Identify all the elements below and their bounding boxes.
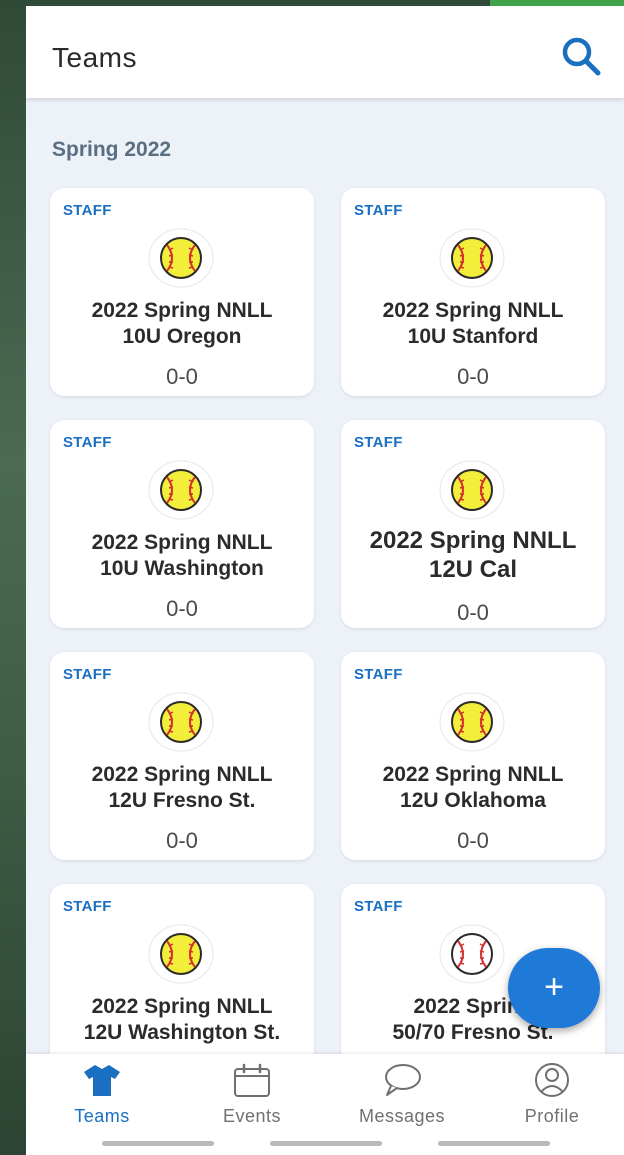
team-record: 0-0 xyxy=(166,364,198,389)
nav-label: Messages xyxy=(358,1106,446,1126)
nav-label: Teams xyxy=(74,1106,130,1126)
softball-icon xyxy=(439,692,505,752)
team-name: 2022 Spring NNLL 12U Washington St. xyxy=(83,995,281,1044)
teams-screen: Teams Spring 2022 STAFF 2022 Spring NNLL… xyxy=(26,6,624,1155)
team-record: 0-0 xyxy=(457,828,489,853)
calendar-icon xyxy=(234,1063,270,1097)
team-card[interactable]: STAFF 2022 Spring NNLL 10U Stanford 0-0 xyxy=(341,188,605,396)
nav-label: Events xyxy=(222,1106,282,1126)
team-record: 0-0 xyxy=(166,596,198,621)
softball-icon xyxy=(148,228,214,288)
top-app-bar: Teams xyxy=(26,6,624,98)
team-card[interactable]: STAFF 2022 Spring NNLL 10U Washington 0-… xyxy=(50,420,314,628)
softball-icon xyxy=(148,692,214,752)
add-team-button[interactable]: + xyxy=(508,948,600,1028)
nav-tab-profile[interactable]: Profile xyxy=(492,1054,612,1134)
nav-label: Profile xyxy=(524,1106,580,1126)
nav-tab-messages[interactable]: Messages xyxy=(342,1054,462,1134)
person-icon xyxy=(535,1063,569,1097)
team-name: 2022 Spring NNLL 12U Cal xyxy=(369,527,577,583)
team-name: 2022 Spring NNLL 12U Oklahoma xyxy=(382,763,564,812)
team-name: 2022 Spring NNLL 10U Stanford xyxy=(382,299,564,348)
gesture-bar xyxy=(270,1141,382,1146)
team-card[interactable]: STAFF 2022 Spring NNLL 10U Oregon 0-0 xyxy=(50,188,314,396)
team-name: 2022 Spring NNLL 12U Fresno St. xyxy=(91,763,273,812)
gesture-bar xyxy=(102,1141,214,1146)
role-badge: STAFF xyxy=(63,434,112,451)
team-card[interactable]: STAFF 2022 Spring NNLL 12U Fresno St. 0-… xyxy=(50,652,314,860)
nav-tab-teams[interactable]: Teams xyxy=(42,1054,162,1134)
jersey-icon xyxy=(84,1065,120,1096)
bottom-navigation: Teams Events Messages Profile xyxy=(26,1054,624,1155)
softball-icon xyxy=(148,460,214,520)
role-badge: STAFF xyxy=(354,898,403,915)
team-card[interactable]: STAFF 2022 Spring NNLL 12U Cal 0-0 xyxy=(341,420,605,628)
nav-tab-events[interactable]: Events xyxy=(192,1054,312,1134)
role-badge: STAFF xyxy=(354,434,403,451)
role-badge: STAFF xyxy=(63,898,112,915)
search-button[interactable] xyxy=(558,34,604,80)
baseball-icon xyxy=(439,924,505,984)
team-record: 0-0 xyxy=(457,600,489,625)
role-badge: STAFF xyxy=(63,202,112,219)
plus-icon: + xyxy=(544,968,564,1006)
role-badge: STAFF xyxy=(354,666,403,683)
softball-icon xyxy=(148,924,214,984)
search-icon xyxy=(562,37,601,76)
team-name: 2022 Spring NNLL 10U Oregon xyxy=(91,299,273,348)
role-badge: STAFF xyxy=(63,666,112,683)
team-card[interactable]: STAFF 2022 Spring NNLL 12U Oklahoma 0-0 xyxy=(341,652,605,860)
role-badge: STAFF xyxy=(354,202,403,219)
background-edge xyxy=(0,0,26,1155)
team-record: 0-0 xyxy=(457,364,489,389)
page-title: Teams xyxy=(52,42,137,73)
chat-bubble-icon xyxy=(385,1064,421,1096)
softball-icon xyxy=(439,228,505,288)
team-name: 2022 Spring NNLL 10U Washington xyxy=(91,531,273,580)
softball-icon xyxy=(439,460,505,520)
gesture-bar xyxy=(438,1141,550,1146)
team-record: 0-0 xyxy=(166,828,198,853)
